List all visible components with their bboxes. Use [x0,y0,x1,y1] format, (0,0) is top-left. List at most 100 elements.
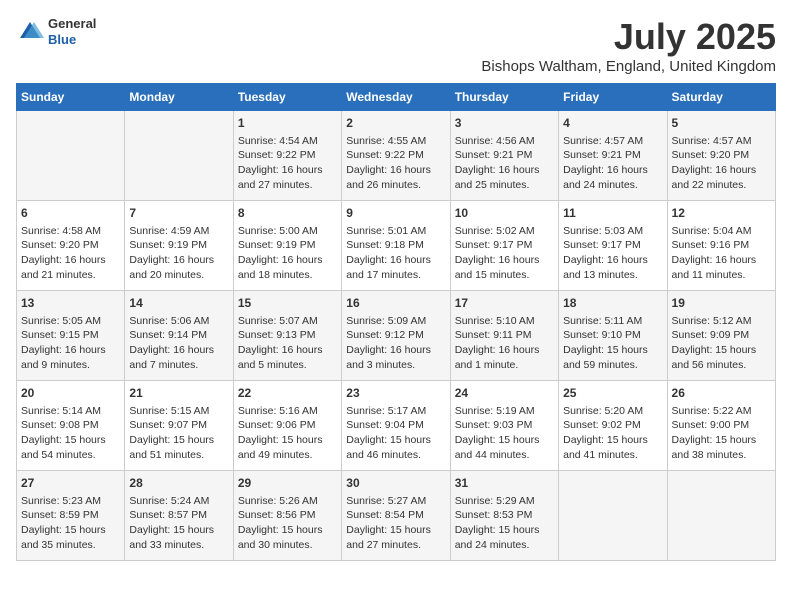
day-info: and 54 minutes. [21,448,120,463]
day-info: Sunset: 9:04 PM [346,418,445,433]
day-info: Sunrise: 5:20 AM [563,404,662,419]
day-info: Daylight: 15 hours [129,433,228,448]
day-info: Sunset: 9:17 PM [563,238,662,253]
calendar-week: 20Sunrise: 5:14 AMSunset: 9:08 PMDayligh… [17,381,776,471]
day-info: and 56 minutes. [672,358,771,373]
logo-text: General Blue [48,16,96,47]
day-info: Sunrise: 5:11 AM [563,314,662,329]
day-number: 4 [563,115,662,132]
day-number: 16 [346,295,445,312]
header-day: Thursday [450,84,558,111]
calendar-cell: 1Sunrise: 4:54 AMSunset: 9:22 PMDaylight… [233,111,341,201]
day-number: 6 [21,205,120,222]
day-number: 18 [563,295,662,312]
day-info: Daylight: 16 hours [346,163,445,178]
day-info: Sunrise: 5:01 AM [346,224,445,239]
day-info: and 26 minutes. [346,178,445,193]
calendar-cell [17,111,125,201]
day-info: Sunrise: 5:16 AM [238,404,337,419]
day-info: Daylight: 16 hours [129,343,228,358]
location: Bishops Waltham, England, United Kingdom [481,58,776,75]
day-info: Sunrise: 4:59 AM [129,224,228,239]
calendar-cell: 13Sunrise: 5:05 AMSunset: 9:15 PMDayligh… [17,291,125,381]
header-row: SundayMondayTuesdayWednesdayThursdayFrid… [17,84,776,111]
day-info: and 15 minutes. [455,268,554,283]
day-info: Daylight: 16 hours [672,163,771,178]
day-info: Sunset: 8:57 PM [129,508,228,523]
day-info: and 7 minutes. [129,358,228,373]
day-info: Sunrise: 5:22 AM [672,404,771,419]
header-day: Sunday [17,84,125,111]
calendar-week: 1Sunrise: 4:54 AMSunset: 9:22 PMDaylight… [17,111,776,201]
calendar-week: 6Sunrise: 4:58 AMSunset: 9:20 PMDaylight… [17,201,776,291]
logo-general: General [48,16,96,32]
day-info: Daylight: 15 hours [238,433,337,448]
day-info: Sunrise: 4:57 AM [672,134,771,149]
day-info: Sunset: 9:00 PM [672,418,771,433]
calendar-cell: 9Sunrise: 5:01 AMSunset: 9:18 PMDaylight… [342,201,450,291]
calendar-cell: 28Sunrise: 5:24 AMSunset: 8:57 PMDayligh… [125,471,233,561]
day-info: and 27 minutes. [238,178,337,193]
day-info: Sunrise: 4:55 AM [346,134,445,149]
day-info: and 27 minutes. [346,538,445,553]
calendar-cell: 20Sunrise: 5:14 AMSunset: 9:08 PMDayligh… [17,381,125,471]
day-info: Sunrise: 5:09 AM [346,314,445,329]
day-info: Sunrise: 5:26 AM [238,494,337,509]
day-info: Daylight: 15 hours [129,523,228,538]
header-day: Saturday [667,84,775,111]
day-info: and 5 minutes. [238,358,337,373]
day-info: Daylight: 16 hours [346,343,445,358]
day-number: 10 [455,205,554,222]
day-info: and 11 minutes. [672,268,771,283]
day-info: Daylight: 15 hours [21,433,120,448]
day-info: Sunset: 9:09 PM [672,328,771,343]
day-info: Sunrise: 5:05 AM [21,314,120,329]
day-number: 15 [238,295,337,312]
day-info: Sunrise: 4:54 AM [238,134,337,149]
day-number: 9 [346,205,445,222]
day-info: Sunset: 9:20 PM [672,148,771,163]
day-info: Sunset: 9:12 PM [346,328,445,343]
day-info: Sunset: 9:20 PM [21,238,120,253]
calendar-cell: 4Sunrise: 4:57 AMSunset: 9:21 PMDaylight… [559,111,667,201]
day-info: Sunrise: 5:27 AM [346,494,445,509]
day-info: and 13 minutes. [563,268,662,283]
day-info: and 49 minutes. [238,448,337,463]
day-info: Sunset: 9:21 PM [455,148,554,163]
day-number: 30 [346,475,445,492]
calendar-cell: 3Sunrise: 4:56 AMSunset: 9:21 PMDaylight… [450,111,558,201]
day-info: and 35 minutes. [21,538,120,553]
calendar-cell: 30Sunrise: 5:27 AMSunset: 8:54 PMDayligh… [342,471,450,561]
day-info: Sunset: 9:18 PM [346,238,445,253]
calendar-cell: 15Sunrise: 5:07 AMSunset: 9:13 PMDayligh… [233,291,341,381]
day-info: and 3 minutes. [346,358,445,373]
day-info: Daylight: 16 hours [563,163,662,178]
calendar-cell: 17Sunrise: 5:10 AMSunset: 9:11 PMDayligh… [450,291,558,381]
calendar-cell: 21Sunrise: 5:15 AMSunset: 9:07 PMDayligh… [125,381,233,471]
day-info: Sunset: 8:59 PM [21,508,120,523]
calendar-cell [667,471,775,561]
calendar-cell: 26Sunrise: 5:22 AMSunset: 9:00 PMDayligh… [667,381,775,471]
day-number: 7 [129,205,228,222]
calendar-cell: 31Sunrise: 5:29 AMSunset: 8:53 PMDayligh… [450,471,558,561]
calendar-week: 27Sunrise: 5:23 AMSunset: 8:59 PMDayligh… [17,471,776,561]
calendar-cell: 10Sunrise: 5:02 AMSunset: 9:17 PMDayligh… [450,201,558,291]
day-info: and 1 minute. [455,358,554,373]
calendar-cell: 7Sunrise: 4:59 AMSunset: 9:19 PMDaylight… [125,201,233,291]
day-info: Sunset: 8:53 PM [455,508,554,523]
calendar-table: SundayMondayTuesdayWednesdayThursdayFrid… [16,83,776,561]
day-number: 12 [672,205,771,222]
day-number: 17 [455,295,554,312]
day-info: Sunrise: 4:57 AM [563,134,662,149]
day-number: 31 [455,475,554,492]
day-info: Daylight: 16 hours [672,253,771,268]
day-info: Daylight: 16 hours [238,163,337,178]
day-info: and 9 minutes. [21,358,120,373]
day-info: Sunrise: 5:07 AM [238,314,337,329]
day-info: Sunrise: 4:58 AM [21,224,120,239]
day-number: 5 [672,115,771,132]
day-number: 28 [129,475,228,492]
day-info: and 18 minutes. [238,268,337,283]
calendar-cell: 29Sunrise: 5:26 AMSunset: 8:56 PMDayligh… [233,471,341,561]
day-info: Daylight: 16 hours [21,253,120,268]
